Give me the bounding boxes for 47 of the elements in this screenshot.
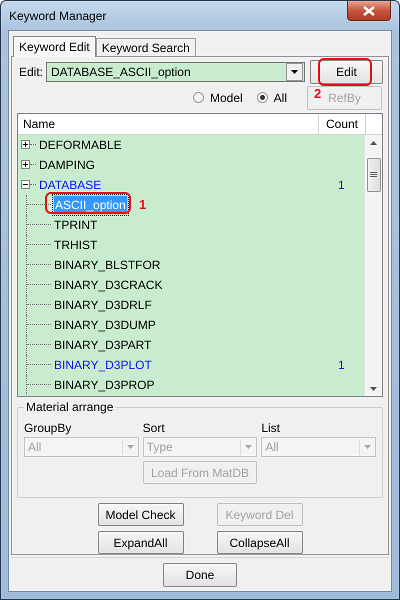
radio-button[interactable] [192, 92, 204, 104]
annotation-number: 2 [314, 86, 322, 101]
action-button[interactable]: ExpandAll [98, 531, 184, 554]
dropdown-arrow-icon [291, 70, 298, 74]
radio-label: All [274, 90, 287, 105]
expand-icon[interactable] [21, 140, 30, 150]
done-button[interactable]: Done [163, 562, 237, 586]
group-title: Material arrange [24, 400, 116, 414]
close-icon [363, 6, 375, 16]
window-title: Keyword Manager [9, 8, 106, 22]
tree-item[interactable]: TRHIST [53, 236, 98, 253]
dropdown-arrow-icon [245, 445, 252, 450]
tree-item[interactable]: BINARY_D3DUMP [53, 316, 157, 333]
dropdown-arrow-icon [364, 445, 372, 450]
tree-item[interactable]: BINARY_BLSTFOR [53, 256, 162, 273]
grip-icon [370, 172, 377, 178]
scroll-down-arrow-icon [370, 387, 377, 392]
expand-icon[interactable] [21, 160, 30, 170]
action-button[interactable]: CollapseAll [216, 531, 302, 554]
count-value: 1 [338, 358, 345, 372]
keyword-dropdown[interactable]: DATABASE_ASCII_option [46, 62, 305, 82]
radio-label: Model [210, 90, 243, 105]
annotation-number: 1 [139, 196, 146, 212]
radio-button[interactable] [256, 92, 268, 104]
tree-item[interactable]: DATABASE [38, 176, 102, 193]
field-label: Sort [142, 421, 166, 438]
tree-item[interactable]: BINARY_D3DRLF [53, 296, 153, 313]
field-label: Edit: [19, 65, 44, 79]
tree-item[interactable]: BINARY_D3CRACK [53, 276, 164, 293]
field-label: List [261, 421, 282, 438]
close-button[interactable] [347, 1, 391, 21]
tab[interactable]: Keyword Edit [13, 36, 96, 57]
tree-item[interactable]: BINARY_D3PART [53, 336, 152, 353]
tree-item[interactable]: DAMPING [38, 156, 96, 173]
edit-button[interactable]: Edit [310, 60, 383, 84]
tab[interactable]: Keyword Search [96, 38, 196, 56]
scroll-up-arrow-icon [370, 140, 377, 145]
tree-item[interactable]: BINARY_D3PLOT [53, 356, 153, 373]
dropdown-arrow-icon [126, 445, 134, 450]
tree-item[interactable]: TPRINT [53, 216, 98, 233]
tree-item[interactable]: BINARY_D3PROP [53, 376, 156, 393]
action-button[interactable]: Model Check [98, 503, 184, 526]
collapse-icon[interactable] [21, 180, 30, 190]
count-value: 1 [338, 178, 345, 192]
scrollbar[interactable] [364, 134, 382, 396]
field-label: GroupBy [24, 421, 72, 438]
tree-item[interactable]: DEFORMABLE [38, 136, 123, 153]
